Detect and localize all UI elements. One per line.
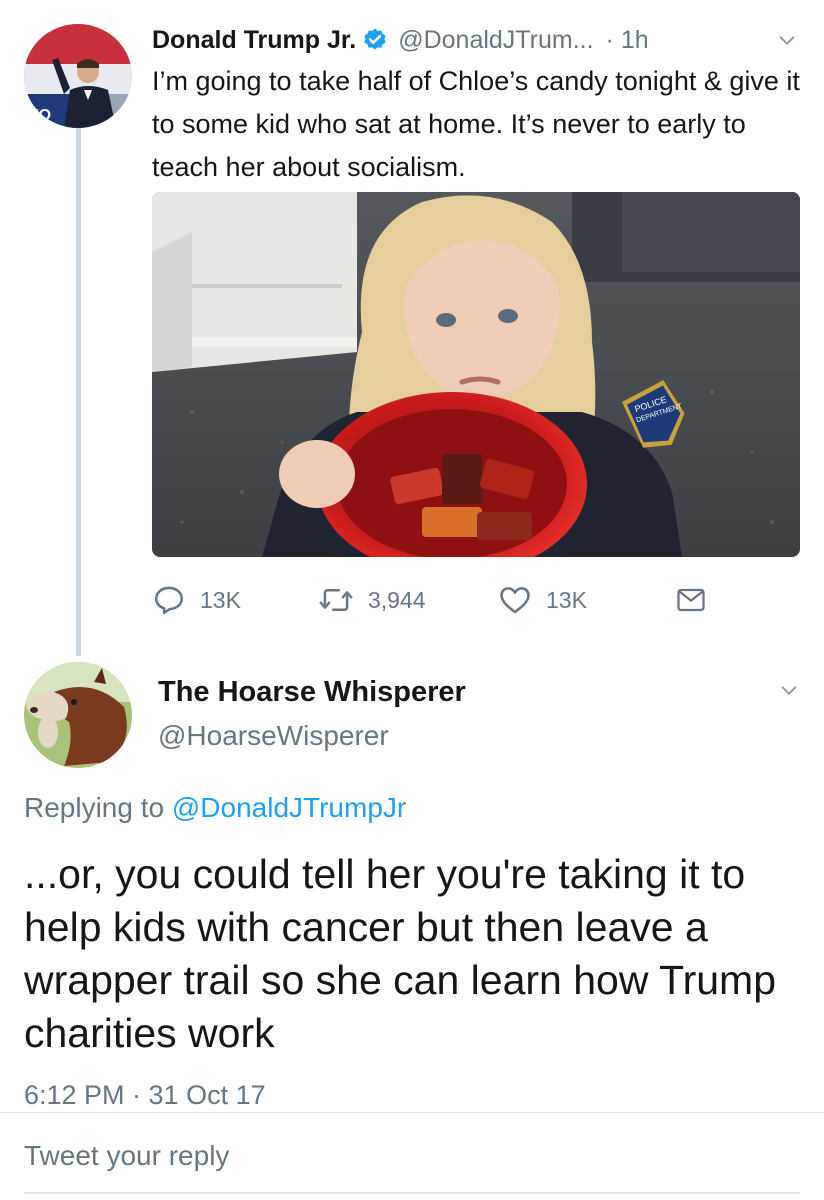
reply-count: 13K	[200, 586, 241, 613]
author-handle[interactable]: @DonaldJTrum...	[398, 26, 593, 55]
reply-author-handle[interactable]: @HoarseWisperer	[158, 720, 389, 752]
author-name[interactable]: Donald Trump Jr.	[152, 26, 356, 55]
reply-composer-input[interactable]: Tweet your reply	[24, 1140, 229, 1172]
avatar-image: YO	[24, 24, 132, 128]
svg-text:YO: YO	[28, 107, 51, 124]
reply-icon	[154, 586, 184, 615]
retweet-button[interactable]: 3,944	[318, 578, 426, 622]
tweet-photo[interactable]: POLICE DEPARTMENT	[152, 192, 800, 557]
replying-to-line: Replying to @DonaldJTrumpJr	[24, 792, 406, 824]
divider	[0, 1112, 824, 1113]
direct-message-icon	[677, 588, 705, 612]
replying-to-mention[interactable]: @DonaldJTrumpJr	[172, 792, 406, 823]
reply-text: ...or, you could tell her you're taking …	[24, 851, 777, 1056]
tweet-action-bar: 13K 3,944 13K	[152, 578, 712, 622]
chevron-down-icon[interactable]	[776, 30, 798, 52]
chevron-down-icon[interactable]	[778, 680, 800, 702]
replying-to-label: Replying to	[24, 792, 165, 823]
like-icon	[500, 587, 530, 614]
direct-message-button[interactable]	[676, 578, 706, 622]
composer-underline	[24, 1192, 800, 1194]
thread-connector-line	[76, 128, 81, 656]
like-button[interactable]: 13K	[498, 578, 587, 622]
avatar-hoarse-whisperer[interactable]	[24, 662, 132, 768]
reply-author-name[interactable]: The Hoarse Whisperer	[158, 676, 466, 709]
retweet-icon	[319, 589, 353, 611]
verified-badge-icon	[364, 28, 386, 50]
retweet-count: 3,944	[368, 586, 426, 613]
avatar-image	[24, 662, 132, 768]
reply-timestamp[interactable]: 6:12 PM · 31 Oct 17	[24, 1080, 266, 1116]
tweet-header: Donald Trump Jr. @DonaldJTrum... · 1h	[152, 20, 649, 60]
photo-child-with-candy-bucket: POLICE DEPARTMENT	[152, 192, 800, 557]
tweet-text: I’m going to take half of Chloe’s candy …	[152, 66, 800, 182]
like-count: 13K	[546, 586, 587, 613]
tweet-time: · 1h	[605, 25, 649, 54]
avatar-donald-trump-jr[interactable]: YO	[24, 24, 132, 128]
reply-button[interactable]: 13K	[152, 578, 241, 622]
